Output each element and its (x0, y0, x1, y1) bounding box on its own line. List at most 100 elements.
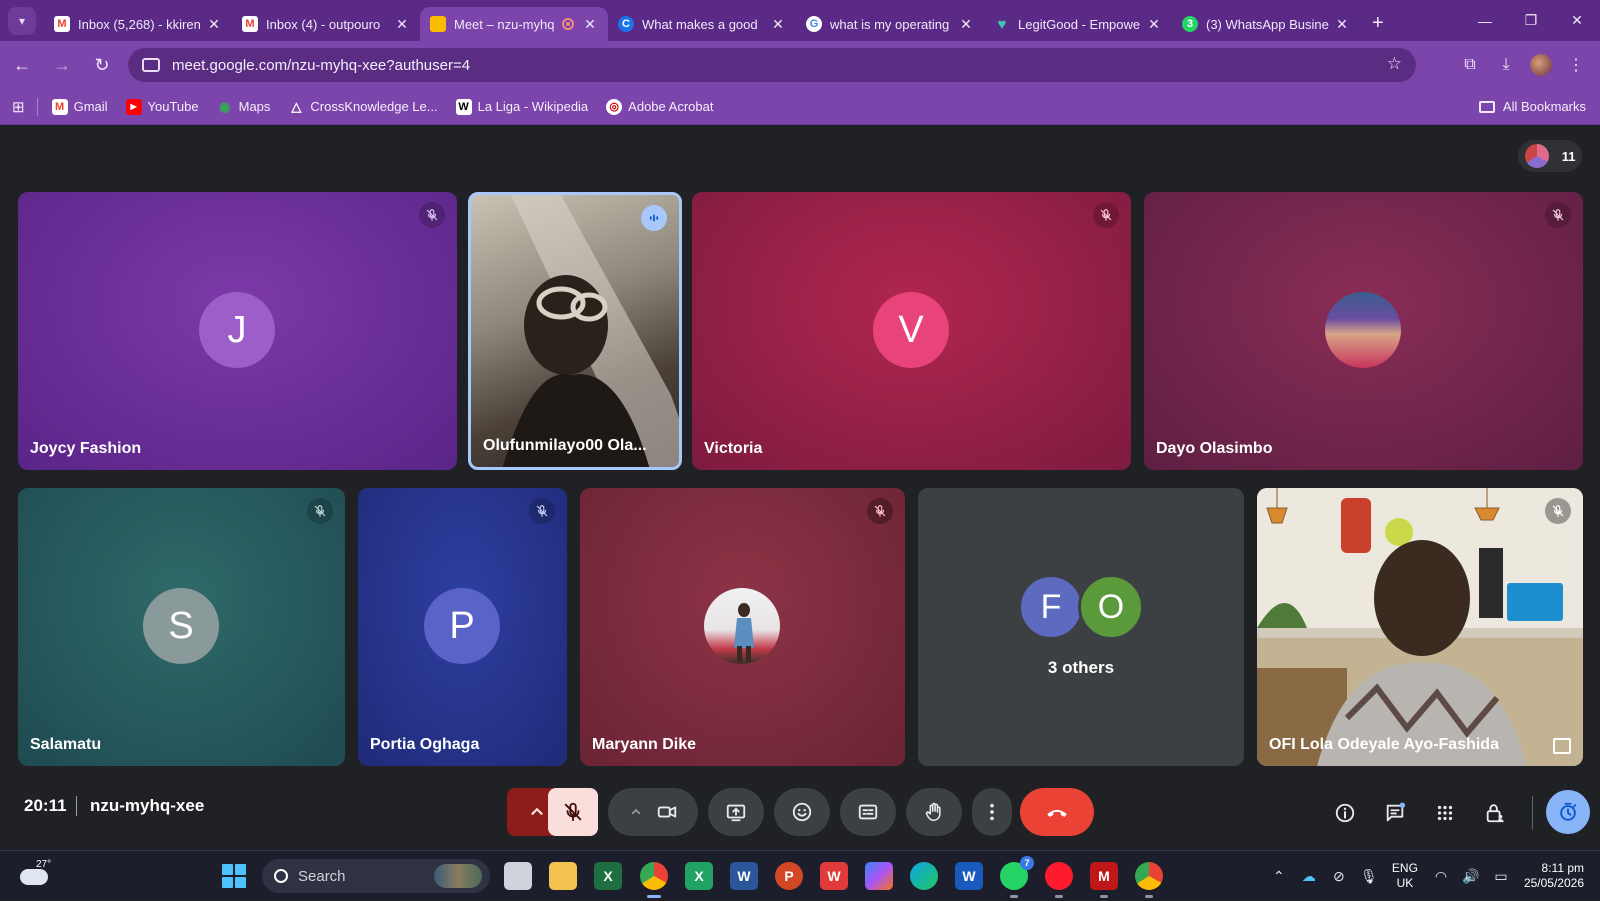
site-info-icon[interactable] (142, 58, 160, 72)
all-bookmarks-label: All Bookmarks (1502, 99, 1586, 114)
more-vertical-icon[interactable]: ⋮ (1558, 47, 1594, 83)
wikipedia-icon: W (455, 98, 472, 115)
chevron-up-icon[interactable]: ⌃ (1264, 861, 1294, 891)
participants-button[interactable]: 11 (1518, 140, 1582, 172)
chat-button[interactable] (1378, 796, 1412, 830)
excel-alt-icon[interactable]: X (685, 862, 713, 890)
chrome-icon[interactable] (640, 862, 668, 898)
extensions-icon[interactable]: ⧉ (1452, 47, 1488, 83)
all-bookmarks[interactable]: All Bookmarks (1478, 99, 1586, 114)
chrome-profile-icon[interactable] (1135, 862, 1163, 898)
tab-gmail-1[interactable]: M Inbox (5,268) - kkiren ✕ (44, 7, 232, 41)
tab-article[interactable]: C What makes a good ✕ (608, 7, 796, 41)
word-alt-icon[interactable]: W (955, 862, 983, 890)
crossknowledge-icon: △ (291, 98, 302, 114)
restore-icon[interactable]: ❐ (1508, 0, 1554, 41)
reactions-button[interactable] (774, 788, 830, 836)
tab-google-search[interactable]: G what is my operating ✕ (796, 7, 984, 41)
word-icon[interactable]: W (730, 862, 758, 890)
new-tab-plus-icon[interactable]: + (1372, 12, 1384, 35)
timer-button[interactable] (1546, 790, 1590, 834)
bookmark-crossknowledge[interactable]: △ CrossKnowledge Le... (288, 99, 437, 115)
host-controls-button[interactable] (1478, 796, 1512, 830)
language-indicator[interactable]: ENG UK (1392, 861, 1418, 891)
close-icon[interactable]: ✕ (394, 16, 410, 33)
close-icon[interactable]: ✕ (958, 16, 974, 33)
close-window-icon[interactable]: ✕ (1554, 0, 1600, 41)
whatsapp-icon[interactable]: 7 (1000, 856, 1034, 898)
participant-tile[interactable]: Maryann Dike (580, 488, 905, 766)
search-icon (274, 869, 288, 883)
present-screen-button[interactable] (708, 788, 764, 836)
wps-office-icon[interactable]: W (820, 862, 848, 890)
video-options-button[interactable] (608, 788, 698, 836)
avatar-photo (704, 588, 780, 664)
edge-icon[interactable] (910, 862, 938, 890)
activities-button[interactable] (1428, 796, 1462, 830)
opera-icon[interactable] (1045, 862, 1073, 898)
captions-button[interactable] (840, 788, 896, 836)
bookmark-gmail[interactable]: M Gmail (51, 98, 108, 115)
meeting-details-button[interactable] (1328, 796, 1362, 830)
close-icon[interactable]: ✕ (582, 16, 598, 33)
participant-tile[interactable]: S Salamatu (18, 488, 345, 766)
tab-meet[interactable]: Meet – nzu-myhq ✕ (420, 7, 608, 41)
task-view-icon[interactable] (504, 862, 532, 890)
weather-widget[interactable]: 27° (20, 859, 54, 891)
meeting-clock: 20:11 (24, 796, 67, 815)
toolbar-actions: ⧉ ⤓ ⋮ (1452, 47, 1594, 83)
participant-tile[interactable]: V Victoria (692, 192, 1131, 470)
tab-gmail-2[interactable]: M Inbox (4) - outpouro ✕ (232, 7, 420, 41)
close-icon[interactable]: ✕ (206, 16, 222, 33)
battery-icon[interactable]: ▭ (1486, 861, 1516, 891)
mic-toggle-button[interactable] (548, 788, 598, 836)
participant-tile-speaking[interactable]: Olufunmilayo00 Ola... (468, 192, 682, 470)
taskbar-search[interactable]: Search (262, 859, 490, 893)
bookmark-acrobat[interactable]: ◎ Adobe Acrobat (606, 98, 713, 115)
file-explorer-icon[interactable] (549, 862, 577, 890)
others-tile[interactable]: F O 3 others (918, 488, 1244, 766)
excel-icon[interactable]: X (594, 862, 622, 890)
leave-call-button[interactable] (1020, 788, 1094, 836)
search-highlight-image (434, 864, 482, 888)
bookmark-youtube[interactable]: ▶ YouTube (125, 98, 199, 115)
tab-search-chevron-icon[interactable]: ▾ (8, 7, 36, 35)
camera-icon[interactable] (656, 801, 678, 823)
bookmark-maps[interactable]: ◉ Maps (217, 99, 270, 115)
back-arrow-icon[interactable]: ← (4, 47, 40, 83)
clock-date[interactable]: 8:11 pm 25/05/2026 (1524, 861, 1584, 891)
microphone-icon[interactable]: 🎙 (1354, 861, 1384, 891)
raise-hand-button[interactable] (906, 788, 962, 836)
address-bar[interactable]: meet.google.com/nzu-myhq-xee?authuser=4 … (128, 48, 1416, 82)
participant-tile[interactable]: Dayo Olasimbo (1144, 192, 1583, 470)
bookmark-wikipedia[interactable]: W La Liga - Wikipedia (455, 98, 588, 115)
close-icon[interactable]: ✕ (1146, 16, 1162, 33)
tab-whatsapp[interactable]: 3 (3) WhatsApp Busine ✕ (1172, 7, 1360, 41)
network-off-icon[interactable]: ⊘ (1324, 861, 1354, 891)
reload-icon[interactable]: ↻ (84, 47, 120, 83)
download-icon[interactable]: ⤓ (1488, 47, 1524, 83)
meet-icon (430, 16, 446, 32)
forward-arrow-icon[interactable]: → (44, 47, 80, 83)
profile-avatar[interactable] (1530, 54, 1552, 76)
participant-tile[interactable]: J Joycy Fashion (18, 192, 457, 470)
powerpoint-icon[interactable]: P (775, 862, 803, 890)
mcafee-icon[interactable]: M (1090, 862, 1118, 898)
self-view-tile[interactable]: OFI Lola Odeyale Ayo-Fashida (1257, 488, 1583, 766)
more-options-button[interactable] (972, 788, 1012, 836)
tab-legitgood[interactable]: ♥ LegitGood - Empowe ✕ (984, 7, 1172, 41)
apps-grid-icon[interactable]: ⊞ (12, 98, 25, 116)
volume-icon[interactable]: 🔊 (1456, 861, 1486, 891)
pop-out-icon[interactable] (1553, 738, 1571, 754)
bookmark-star-icon[interactable]: ☆ (1387, 54, 1402, 74)
close-icon[interactable]: ✕ (1334, 16, 1350, 33)
windows-start-icon[interactable] (222, 864, 246, 888)
copilot-icon[interactable] (865, 862, 893, 890)
participant-tile[interactable]: P Portia Oghaga (358, 488, 567, 766)
minimize-icon[interactable]: — (1462, 0, 1508, 41)
end-call-icon (1047, 809, 1067, 817)
wifi-icon[interactable]: ◠ (1426, 861, 1456, 891)
close-icon[interactable]: ✕ (770, 16, 786, 33)
onedrive-icon[interactable]: ☁ (1294, 861, 1324, 891)
system-tray: ⌃ ☁ ⊘ 🎙 ENG UK ◠ 🔊 ▭ 8:11 pm 25/05/2026 (1264, 851, 1600, 901)
